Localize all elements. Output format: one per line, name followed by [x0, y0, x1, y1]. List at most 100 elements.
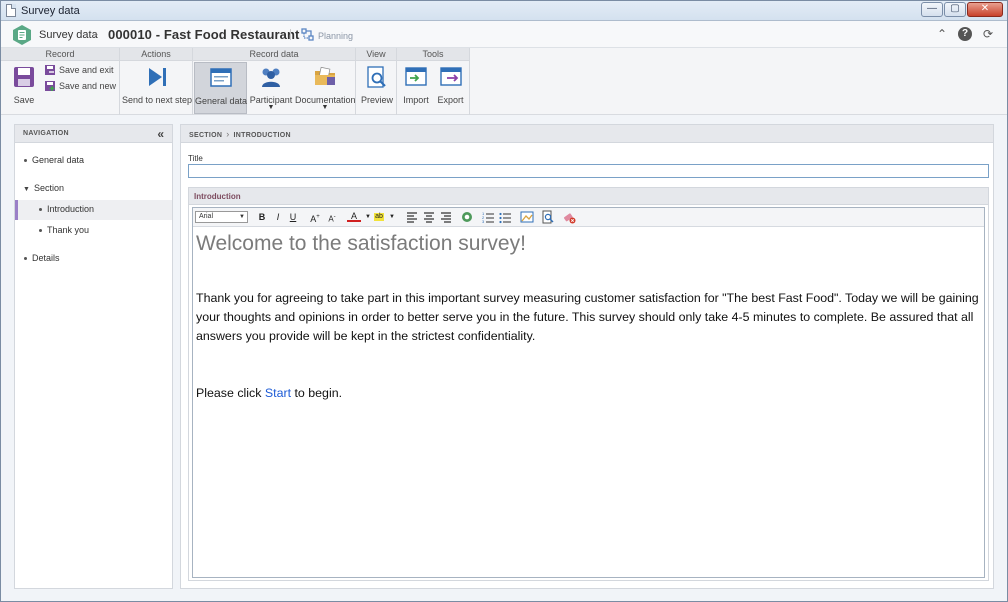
- breadcrumb: SECTION › INTRODUCTION: [181, 125, 993, 143]
- font-color-icon[interactable]: A: [347, 210, 361, 222]
- title-bar: Survey data — ▢ ✕: [1, 1, 1007, 21]
- numbered-list-icon[interactable]: 123: [481, 210, 495, 224]
- group-record-data: Record data General data Participant ▼ D…: [193, 48, 356, 115]
- close-button[interactable]: ✕: [967, 2, 1003, 17]
- send-to-next-step-button[interactable]: Send to next step: [122, 62, 192, 114]
- save-icon: [14, 67, 34, 87]
- dropdown-arrow-icon[interactable]: ▼: [361, 210, 375, 224]
- group-tools: Tools Import Export: [397, 48, 470, 115]
- insert-link-icon[interactable]: [460, 210, 474, 224]
- align-center-icon[interactable]: [422, 210, 436, 224]
- import-icon: [405, 67, 427, 86]
- group-actions: Actions Send to next step: [120, 48, 193, 115]
- introduction-panel-title: Introduction: [189, 188, 988, 205]
- breadcrumb-introduction: INTRODUCTION: [233, 132, 291, 139]
- status-label: Planning: [318, 31, 354, 41]
- group-title: Record: [1, 48, 119, 61]
- refresh-icon[interactable]: ⟳: [981, 27, 995, 41]
- survey-app-icon: [13, 25, 31, 45]
- save-exit-icon: [45, 65, 55, 75]
- collapse-panel-icon[interactable]: «: [157, 127, 164, 141]
- align-right-icon[interactable]: [439, 210, 453, 224]
- svg-text:3: 3: [482, 219, 485, 224]
- italic-icon[interactable]: I: [271, 210, 285, 224]
- welcome-heading: Welcome to the satisfaction survey!: [196, 232, 526, 255]
- export-icon: [439, 67, 462, 86]
- dropdown-caret-icon: ▼: [321, 104, 329, 111]
- preview-icon: [367, 66, 386, 88]
- ribbon-toolbar: Record Save Save and exit Save and new A…: [1, 48, 1007, 115]
- import-button[interactable]: Import: [400, 62, 432, 114]
- save-new-icon: [45, 81, 55, 91]
- save-button[interactable]: Save: [7, 62, 41, 114]
- document-icon: [6, 4, 16, 17]
- group-record: Record Save Save and exit Save and new: [1, 48, 120, 115]
- clear-formatting-icon[interactable]: [562, 210, 576, 224]
- title-label: Title: [188, 154, 203, 163]
- breadcrumb-section[interactable]: SECTION: [189, 132, 222, 139]
- insert-image-icon[interactable]: [520, 210, 534, 224]
- general-data-button[interactable]: General data: [194, 62, 247, 114]
- save-and-exit-button[interactable]: Save and exit: [44, 64, 114, 76]
- rich-text-editor[interactable]: Arial ▼ B I U A+ A- A ▼ ab ▼ 123 Welcome…: [192, 207, 985, 578]
- bold-icon[interactable]: B: [255, 210, 269, 224]
- main-panel: SECTION › INTRODUCTION Title Introduction …: [180, 124, 994, 589]
- navigation-panel: NAVIGATION « General data ▼ Section Intro…: [14, 124, 173, 589]
- window-title: Survey data: [21, 5, 80, 17]
- increase-font-size-icon[interactable]: A+: [308, 210, 322, 224]
- editor-toolbar: Arial ▼ B I U A+ A- A ▼ ab ▼ 123: [193, 208, 984, 227]
- start-instruction: Please click Start to begin.: [196, 386, 343, 400]
- chevron-right-icon: ›: [94, 27, 98, 41]
- navigation-title: NAVIGATION: [15, 125, 172, 143]
- expand-triangle-icon[interactable]: ▼: [23, 186, 30, 193]
- nav-item-introduction[interactable]: Introduction: [39, 204, 94, 214]
- bullet-icon: [24, 257, 27, 261]
- group-title: Tools: [397, 48, 469, 61]
- folder-documents-icon: [315, 66, 335, 85]
- planning-icon: [301, 28, 314, 41]
- group-title: View: [356, 48, 396, 61]
- dropdown-caret-icon: ▼: [267, 104, 275, 111]
- help-icon[interactable]: ?: [958, 27, 972, 41]
- preview-icon[interactable]: [541, 210, 555, 224]
- editor-content[interactable]: Welcome to the satisfaction survey! Than…: [196, 232, 981, 400]
- maximize-button[interactable]: ▢: [944, 2, 966, 17]
- bullet-list-icon[interactable]: [498, 210, 512, 224]
- nav-item-general-data[interactable]: General data: [24, 155, 84, 165]
- general-data-icon: [209, 68, 232, 87]
- preview-button[interactable]: Preview: [359, 62, 395, 114]
- start-link[interactable]: Start: [265, 386, 291, 400]
- highlight-color-icon[interactable]: ab: [374, 213, 384, 221]
- font-family-select[interactable]: Arial ▼: [195, 211, 248, 223]
- title-field[interactable]: [188, 164, 989, 178]
- dropdown-arrow-icon[interactable]: ▼: [385, 210, 399, 224]
- align-left-icon[interactable]: [405, 210, 419, 224]
- decrease-font-size-icon[interactable]: A-: [325, 210, 339, 224]
- collapse-up-icon[interactable]: ⌃: [935, 27, 949, 41]
- group-title: Actions: [120, 48, 192, 61]
- app-window: Survey data — ▢ ✕ Survey data › 000010 -…: [0, 0, 1008, 602]
- underline-icon[interactable]: U: [286, 210, 300, 224]
- dropdown-arrow-icon: ▼: [239, 214, 245, 220]
- documentation-button[interactable]: Documentation ▼: [295, 62, 356, 114]
- record-title: 000010 - Fast Food Restaurant: [108, 27, 300, 42]
- chevron-right-icon: ›: [226, 129, 230, 139]
- export-button[interactable]: Export: [434, 62, 467, 114]
- save-and-new-button[interactable]: Save and new: [44, 80, 116, 92]
- next-step-icon: [148, 68, 166, 86]
- participant-button[interactable]: Participant ▼: [249, 62, 293, 114]
- bullet-icon: [39, 229, 42, 233]
- introduction-panel: Introduction Arial ▼ B I U A+ A- A ▼ ab ▼: [188, 187, 989, 581]
- nav-item-thank-you[interactable]: Thank you: [39, 225, 89, 235]
- group-title: Record data: [193, 48, 355, 61]
- group-view: View Preview: [356, 48, 397, 115]
- bullet-icon: [39, 208, 42, 212]
- participants-icon: [262, 68, 280, 87]
- nav-item-section[interactable]: ▼ Section: [23, 183, 64, 193]
- bullet-icon: [24, 159, 27, 163]
- intro-paragraph: Thank you for agreeing to take part in t…: [196, 291, 979, 343]
- breadcrumb-survey-data[interactable]: Survey data: [39, 29, 98, 41]
- app-header: Survey data › 000010 - Fast Food Restaur…: [1, 21, 1007, 48]
- nav-item-details[interactable]: Details: [24, 253, 60, 263]
- minimize-button[interactable]: —: [921, 2, 943, 17]
